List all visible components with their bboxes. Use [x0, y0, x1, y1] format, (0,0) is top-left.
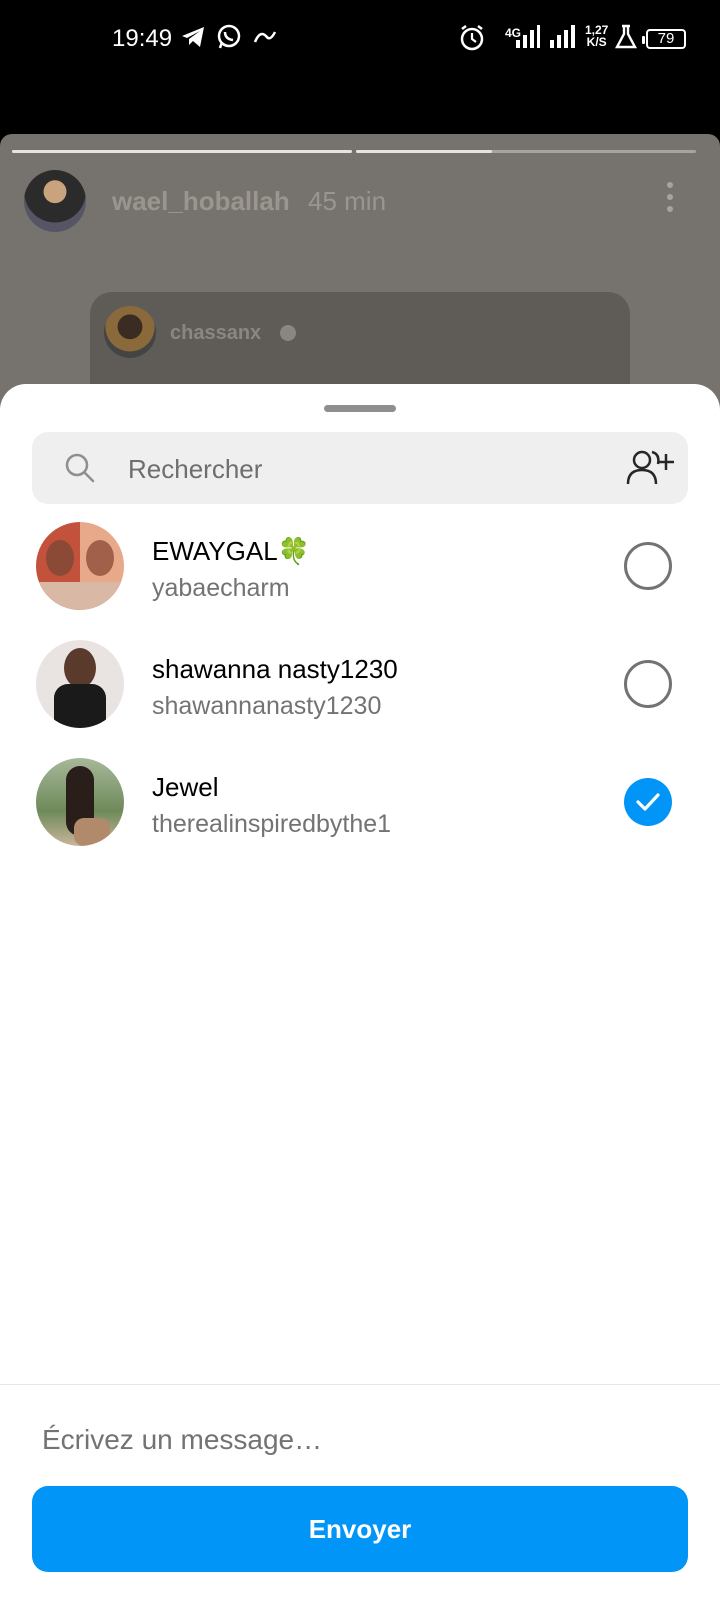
- embedded-post-avatar: [104, 306, 156, 358]
- alarm-icon: [460, 25, 484, 51]
- contact-name: EWAYGAL🍀: [152, 536, 311, 566]
- add-people-icon[interactable]: [626, 448, 674, 488]
- contact-row[interactable]: shawanna nasty1230 shawannanasty1230: [0, 626, 720, 744]
- embedded-post-username: chassanx: [170, 322, 262, 344]
- net-speed: 1,27 K/S: [585, 24, 608, 48]
- search-bar[interactable]: [32, 432, 688, 504]
- verified-icon: [280, 325, 296, 341]
- contact-name: Jewel: [152, 772, 219, 802]
- signal-icon: [550, 25, 575, 48]
- share-sheet: EWAYGAL🍀 yabaecharm shawanna nasty1230 s…: [0, 384, 720, 1599]
- message-input[interactable]: [40, 1414, 684, 1466]
- search-input[interactable]: [126, 446, 590, 492]
- signal-icon: [516, 25, 540, 48]
- status-bar: 19:49 4G 1,27 K/S 79: [0, 0, 720, 80]
- lab-icon: [614, 24, 638, 49]
- story-username[interactable]: wael_hoballah: [112, 186, 290, 217]
- search-icon: [65, 453, 95, 483]
- story-progress-fill: [12, 150, 352, 153]
- story-time: 45 min: [308, 186, 387, 216]
- contact-username: shawannanasty1230: [152, 692, 382, 720]
- status-time: 19:49: [112, 25, 173, 52]
- contact-row[interactable]: Jewel therealinspiredbythe1: [0, 744, 720, 862]
- contact-name: shawanna nasty1230: [152, 654, 398, 684]
- contact-row[interactable]: EWAYGAL🍀 yabaecharm: [0, 508, 720, 626]
- story-avatar[interactable]: [24, 170, 86, 232]
- send-button[interactable]: Envoyer: [32, 1486, 688, 1572]
- contact-username: therealinspiredbythe1: [152, 810, 392, 838]
- story-progress-bar: [356, 150, 696, 153]
- more-options-icon[interactable]: [666, 182, 674, 218]
- story-progress-fill: [356, 150, 492, 153]
- whatsapp-icon: [217, 24, 241, 49]
- avatar: [36, 758, 124, 846]
- telegram-icon: [182, 27, 204, 47]
- divider: [0, 1384, 720, 1385]
- net-speed-unit: K/S: [586, 35, 607, 49]
- select-radio[interactable]: [624, 660, 672, 708]
- avatar: [36, 522, 124, 610]
- contact-username: yabaecharm: [152, 574, 290, 602]
- select-radio-checked[interactable]: [624, 778, 672, 826]
- battery-icon: 79: [642, 29, 686, 49]
- checkmark-icon: [636, 793, 660, 811]
- app-notification-icon: [253, 31, 277, 43]
- select-radio[interactable]: [624, 542, 672, 590]
- story-progress-bar: [12, 150, 352, 153]
- sheet-drag-handle[interactable]: [324, 405, 396, 412]
- avatar: [36, 640, 124, 728]
